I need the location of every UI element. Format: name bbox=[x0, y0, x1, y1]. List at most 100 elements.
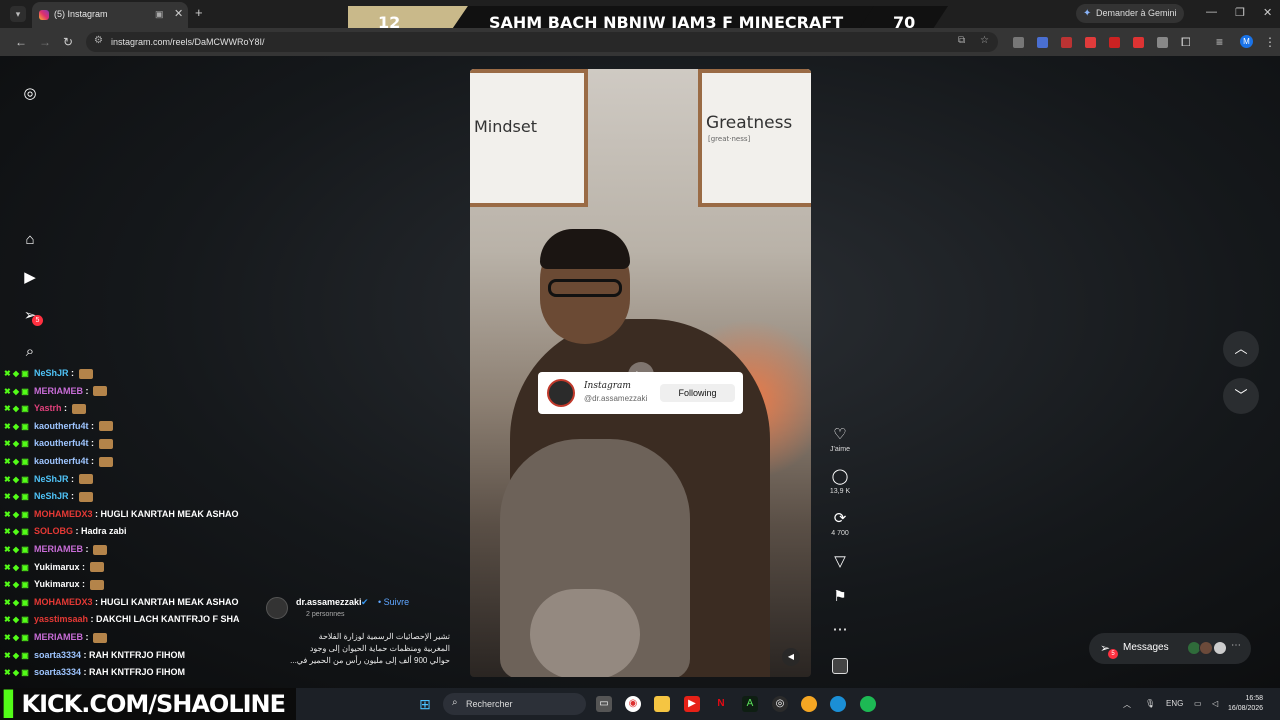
extensions-puzzle-icon[interactable]: ⧠ bbox=[1181, 35, 1191, 50]
profile-avatar[interactable]: M bbox=[1240, 35, 1253, 48]
taskbar-search[interactable]: ⌕ bbox=[443, 693, 586, 715]
next-reel-button[interactable]: ﹀ bbox=[1223, 378, 1259, 414]
youtube-icon[interactable]: ▶ bbox=[684, 696, 700, 712]
chat-badges-icon: ✖ ◆ ▣ bbox=[4, 597, 29, 607]
tab-search-button[interactable]: ▾ bbox=[10, 6, 26, 22]
collab-count[interactable]: 2 personnes bbox=[306, 611, 345, 618]
chat-message: ✖ ◆ ▣ kaoutherfu4t : bbox=[4, 419, 113, 434]
follow-link[interactable]: • Suivre bbox=[378, 597, 409, 607]
chrome-icon[interactable]: ◉ bbox=[625, 696, 641, 712]
chat-message: ✖ ◆ ▣ NeShJR : bbox=[4, 366, 93, 381]
spotify-icon[interactable] bbox=[860, 696, 876, 712]
site-info-icon[interactable]: ⚙ bbox=[94, 35, 103, 46]
tab-audio-icon[interactable]: ▣ bbox=[155, 9, 164, 20]
microphone-icon[interactable]: 🎙 bbox=[1145, 699, 1155, 708]
chat-username[interactable]: NeShJR bbox=[34, 368, 69, 378]
chat-username[interactable]: Yastrh bbox=[34, 403, 62, 413]
share-button[interactable]: ▽ bbox=[826, 552, 854, 570]
extension-icon[interactable] bbox=[1013, 37, 1024, 48]
network-icon[interactable]: ▭ bbox=[1194, 699, 1202, 708]
address-bar[interactable]: ⚙ instagram.com/reels/DaMCWWRoY8I/ ⧉ ☆ bbox=[86, 32, 998, 52]
chat-username[interactable]: soarta3334 bbox=[34, 667, 81, 677]
chat-message: ✖ ◆ ▣ MOHAMEDX3 : HUGLI KANRTAH MEAK ASHA… bbox=[4, 595, 239, 610]
chat-badges-icon: ✖ ◆ ▣ bbox=[4, 369, 29, 378]
reels-icon[interactable]: ▶ bbox=[21, 268, 39, 286]
system-clock[interactable]: 16:58 16/08/2026 bbox=[1228, 694, 1263, 714]
browser-menu-icon[interactable]: ⋮ bbox=[1264, 35, 1276, 49]
obs-icon[interactable]: ◎ bbox=[772, 696, 788, 712]
play-icon[interactable]: ▶ bbox=[628, 362, 654, 388]
chat-username[interactable]: SOLOBG bbox=[34, 526, 73, 536]
chat-username[interactable]: Yukimarux bbox=[34, 562, 80, 572]
edge-icon[interactable] bbox=[830, 696, 846, 712]
like-button[interactable]: ♡ J'aime bbox=[826, 425, 854, 453]
home-icon[interactable]: ⌂ bbox=[21, 231, 39, 249]
chat-username[interactable]: MOHAMEDX3 bbox=[34, 597, 93, 607]
comment-icon: ◯ bbox=[831, 468, 849, 485]
chat-username[interactable]: kaoutherfu4t bbox=[34, 456, 89, 466]
chat-username[interactable]: MERIAMEB bbox=[34, 386, 83, 396]
donkey-muzzle bbox=[530, 589, 640, 677]
chat-username[interactable]: soarta3334 bbox=[34, 650, 81, 660]
file-explorer-icon[interactable] bbox=[654, 696, 670, 712]
save-button[interactable]: ⚑ bbox=[826, 587, 854, 605]
reload-icon[interactable]: ↻ bbox=[63, 35, 73, 49]
chat-username[interactable]: MERIAMEB bbox=[34, 544, 83, 554]
chat-username[interactable]: NeShJR bbox=[34, 474, 69, 484]
repost-count: 4 700 bbox=[831, 530, 849, 537]
windows-start-icon[interactable]: ⊞ bbox=[417, 696, 433, 712]
reel-caption[interactable]: تشير الإحصائيات الرسمية لوزارة الفلاحة ا… bbox=[262, 631, 450, 667]
app-icon[interactable]: A bbox=[742, 696, 758, 712]
chat-username[interactable]: MOHAMEDX3 bbox=[34, 509, 93, 519]
gemini-button[interactable]: ✦ Demander à Gemini bbox=[1076, 4, 1184, 23]
chat-username[interactable]: yasstimsaah bbox=[34, 614, 88, 624]
extension-icon[interactable] bbox=[1037, 37, 1048, 48]
creator-username[interactable]: dr.assamezzaki bbox=[296, 597, 362, 607]
chat-emote-icon bbox=[78, 368, 93, 379]
chat-emote-icon bbox=[93, 544, 107, 555]
volume-icon[interactable]: ◀ bbox=[782, 648, 800, 666]
extension-icon[interactable] bbox=[1133, 37, 1144, 48]
language-indicator[interactable]: ENG bbox=[1166, 699, 1183, 708]
tray-chevron-icon[interactable]: ︿ bbox=[1123, 699, 1131, 710]
back-icon[interactable]: ← bbox=[15, 35, 27, 49]
restore-icon[interactable]: ❐ bbox=[1235, 6, 1245, 19]
instagram-logo-icon[interactable]: ◎ bbox=[21, 84, 39, 102]
repost-button[interactable]: ⟳ 4 700 bbox=[826, 509, 854, 537]
reading-list-icon[interactable]: ≡ bbox=[1216, 35, 1223, 49]
comment-button[interactable]: ◯ 13,9 K bbox=[826, 467, 854, 495]
creator-avatar[interactable] bbox=[266, 597, 288, 619]
chat-emote-icon bbox=[71, 403, 86, 414]
volume-tray-icon[interactable]: ◁ bbox=[1212, 699, 1218, 708]
bookmark-star-icon[interactable]: ☆ bbox=[980, 35, 989, 46]
minimize-icon[interactable]: — bbox=[1206, 6, 1217, 18]
chat-message: ✖ ◆ ▣ MERIAMEB : bbox=[4, 630, 107, 645]
task-view-icon[interactable]: ▭ bbox=[596, 696, 612, 712]
extension-icon[interactable] bbox=[1061, 37, 1072, 48]
tab-close-icon[interactable]: ✕ bbox=[174, 7, 183, 20]
browser-tab[interactable]: (5) Instagram ▣ ✕ bbox=[32, 2, 188, 28]
new-tab-button[interactable]: + bbox=[195, 5, 203, 20]
window-close-icon[interactable]: ✕ bbox=[1263, 6, 1272, 19]
forward-icon[interactable]: → bbox=[39, 35, 51, 49]
chat-message: ✖ ◆ ▣ Yukimarux : bbox=[4, 560, 104, 575]
chat-username[interactable]: kaoutherfu4t bbox=[34, 421, 89, 431]
search-icon[interactable]: ⌕ bbox=[21, 343, 39, 361]
extension-icon[interactable] bbox=[1085, 37, 1096, 48]
chat-username[interactable]: Yukimarux bbox=[34, 579, 80, 589]
more-options-button[interactable]: ⋯ bbox=[826, 620, 854, 638]
caption-line: تشير الإحصائيات الرسمية لوزارة الفلاحة bbox=[318, 632, 450, 641]
chat-username[interactable]: MERIAMEB bbox=[34, 632, 83, 642]
app-icon[interactable] bbox=[801, 696, 817, 712]
messages-button[interactable]: ➢ 5 Messages ⋯ bbox=[1089, 633, 1251, 664]
man-glasses bbox=[548, 279, 622, 297]
netflix-icon[interactable]: N bbox=[713, 696, 729, 712]
chat-username[interactable]: NeShJR bbox=[34, 491, 69, 501]
adblock-icon[interactable] bbox=[1109, 37, 1120, 48]
previous-reel-button[interactable]: ︿ bbox=[1223, 331, 1259, 367]
install-icon[interactable]: ⧉ bbox=[958, 35, 965, 46]
audio-thumbnail[interactable] bbox=[832, 658, 848, 674]
extension-icon[interactable] bbox=[1157, 37, 1168, 48]
following-button[interactable]: Following bbox=[660, 384, 735, 402]
chat-username[interactable]: kaoutherfu4t bbox=[34, 438, 89, 448]
